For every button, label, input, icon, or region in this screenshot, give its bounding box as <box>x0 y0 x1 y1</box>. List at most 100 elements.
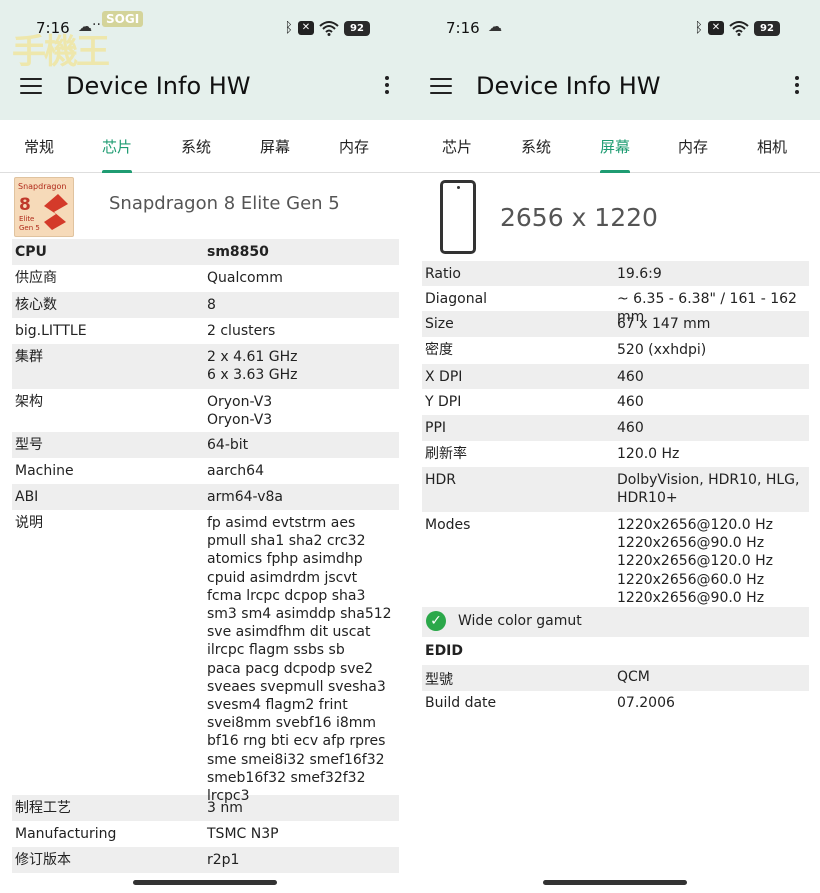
display-header: 2656 x 1220 <box>422 175 809 258</box>
info-value: fp asimd evtstrm aes pmull sha1 sha2 crc… <box>207 515 392 805</box>
info-key: big.LITTLE <box>15 323 87 339</box>
info-value: QCM <box>617 669 650 685</box>
info-key: 型号 <box>15 437 43 453</box>
tab-memory[interactable]: 内存 <box>315 120 393 173</box>
tab-soc[interactable]: 芯片 <box>78 120 156 173</box>
info-value: 3 nm <box>207 800 243 816</box>
logo-sub-elite: Elite <box>19 215 35 223</box>
info-row: 核心数 8 <box>12 292 399 318</box>
tab-memory[interactable]: 内存 <box>654 120 732 173</box>
display-resolution: 2656 x 1220 <box>500 203 658 232</box>
info-key: CPU <box>15 244 47 260</box>
info-value: DolbyVision, HDR10, HLG, HDR10+ <box>617 472 800 507</box>
info-row: 刷新率 120.0 Hz <box>422 441 809 467</box>
info-row: 供应商 Qualcomm <box>12 265 399 292</box>
phone-outline-icon <box>440 180 476 254</box>
tab-display[interactable]: 屏幕 <box>236 120 314 173</box>
info-value: 2 clusters <box>207 323 276 339</box>
info-row: Machine aarch64 <box>12 458 399 484</box>
logo-sub-gen: Gen 5 <box>19 224 40 232</box>
info-row: Size 67 x 147 mm <box>422 311 809 337</box>
info-value: 64-bit <box>207 437 249 453</box>
info-value: 120.0 Hz <box>617 446 680 462</box>
info-key: 核心数 <box>15 297 57 313</box>
logo-sub: Elite Gen 5 <box>19 215 40 233</box>
info-key: Size <box>425 316 454 332</box>
logo-brand: Snapdragon <box>18 182 67 191</box>
cloud-icon: ☁ <box>488 19 502 35</box>
status-time: 7:16 <box>446 19 480 37</box>
chip-name: Snapdragon 8 Elite Gen 5 <box>109 193 340 214</box>
snapdragon-swoosh-icon <box>44 194 68 230</box>
check-circle-icon: ✓ <box>426 611 446 631</box>
top-bar: 7:16 ☁ ᛒ ✕ 92 Device Info HW <box>410 0 820 120</box>
info-key: 密度 <box>425 342 453 358</box>
battery-icon: 92 <box>754 20 780 36</box>
tab-system[interactable]: 系统 <box>497 120 575 173</box>
tab-general[interactable]: 常规 <box>0 120 78 173</box>
info-row: Y DPI 460 <box>422 389 809 415</box>
tab-display[interactable]: 屏幕 <box>576 120 654 173</box>
status-icons: ᛒ ✕ 92 <box>695 18 780 38</box>
info-row: 集群 2 x 4.61 GHz 6 x 3.63 GHz <box>12 344 399 389</box>
info-row: 制程工艺 3 nm <box>12 795 399 821</box>
menu-icon[interactable] <box>20 78 42 94</box>
info-row: X DPI 460 <box>422 364 809 389</box>
info-row: 型號 QCM <box>422 665 809 691</box>
display-info-list: Ratio 19.6:9 Diagonal ~ 6.35 - 6.38" / 161 … <box>422 261 809 717</box>
info-key: 修订版本 <box>15 852 71 868</box>
tab-soc[interactable]: 芯片 <box>418 120 496 173</box>
info-row: HDR DolbyVision, HDR10, HLG, HDR10+ <box>422 467 809 512</box>
more-options-icon[interactable] <box>384 76 390 96</box>
edid-title: EDID <box>425 643 464 659</box>
app-title: Device Info HW <box>66 72 251 100</box>
wide-color-row: ✓ Wide color gamut <box>422 607 809 637</box>
tab-system[interactable]: 系统 <box>157 120 235 173</box>
tab-bar: 常规 芯片 系统 屏幕 内存 <box>0 120 410 173</box>
mute-icon: ✕ <box>708 21 724 35</box>
app-bar: Device Info HW <box>410 60 820 116</box>
app-bar: Device Info HW <box>0 60 410 116</box>
gesture-bar[interactable] <box>133 880 277 885</box>
info-row: Manufacturing TSMC N3P <box>12 821 399 847</box>
wifi-icon <box>729 21 749 36</box>
info-row: CPU sm8850 <box>12 239 399 265</box>
snapdragon-logo-icon: Snapdragon 8 Elite Gen 5 <box>14 177 74 237</box>
gesture-bar[interactable] <box>543 880 687 885</box>
app-title: Device Info HW <box>476 72 661 100</box>
info-key: 供应商 <box>15 270 57 286</box>
info-row: Modes 1220x2656@120.0 Hz 1220x2656@90.0 H… <box>422 512 809 607</box>
tab-camera[interactable]: 相机 <box>733 120 811 173</box>
info-key: PPI <box>425 420 447 436</box>
status-icons: ᛒ ✕ 92 <box>285 18 370 38</box>
info-value: Qualcomm <box>207 270 283 286</box>
info-value: TSMC N3P <box>207 826 279 842</box>
info-value: sm8850 <box>207 244 269 260</box>
bluetooth-icon: ᛒ <box>694 20 703 36</box>
info-key: Ratio <box>425 266 461 282</box>
info-key: Diagonal <box>425 291 488 307</box>
info-key: Build date <box>425 695 497 711</box>
info-value: 1220x2656@120.0 Hz 1220x2656@90.0 Hz 122… <box>617 517 773 606</box>
info-row: 密度 520 (xxhdpi) <box>422 337 809 364</box>
info-value: 460 <box>617 394 644 410</box>
watermark-badge: SOGI <box>102 11 144 27</box>
info-value: aarch64 <box>207 463 264 479</box>
info-key: 刷新率 <box>425 446 467 462</box>
info-key: 集群 <box>15 349 43 365</box>
info-row: Ratio 19.6:9 <box>422 261 809 286</box>
chip-header: Snapdragon 8 Elite Gen 5 Snapdragon 8 El… <box>12 175 399 237</box>
more-options-icon[interactable] <box>794 76 800 96</box>
info-row: 修订版本 r2p1 <box>12 847 399 873</box>
info-key: Machine <box>15 463 74 479</box>
menu-icon[interactable] <box>430 78 452 94</box>
info-row: 说明 fp asimd evtstrm aes pmull sha1 sha2 c… <box>12 510 399 804</box>
info-value: arm64-v8a <box>207 489 283 505</box>
edid-section-title: EDID <box>422 637 809 665</box>
chip-info-list: CPU sm8850 供应商 Qualcomm 核心数 8 big.LITTLE 2 clus… <box>12 239 399 873</box>
info-value: 67 x 147 mm <box>617 316 711 332</box>
info-key: 型號 <box>425 672 453 688</box>
info-value: 460 <box>617 369 644 385</box>
info-value: r2p1 <box>207 852 240 868</box>
mute-icon: ✕ <box>298 21 314 35</box>
